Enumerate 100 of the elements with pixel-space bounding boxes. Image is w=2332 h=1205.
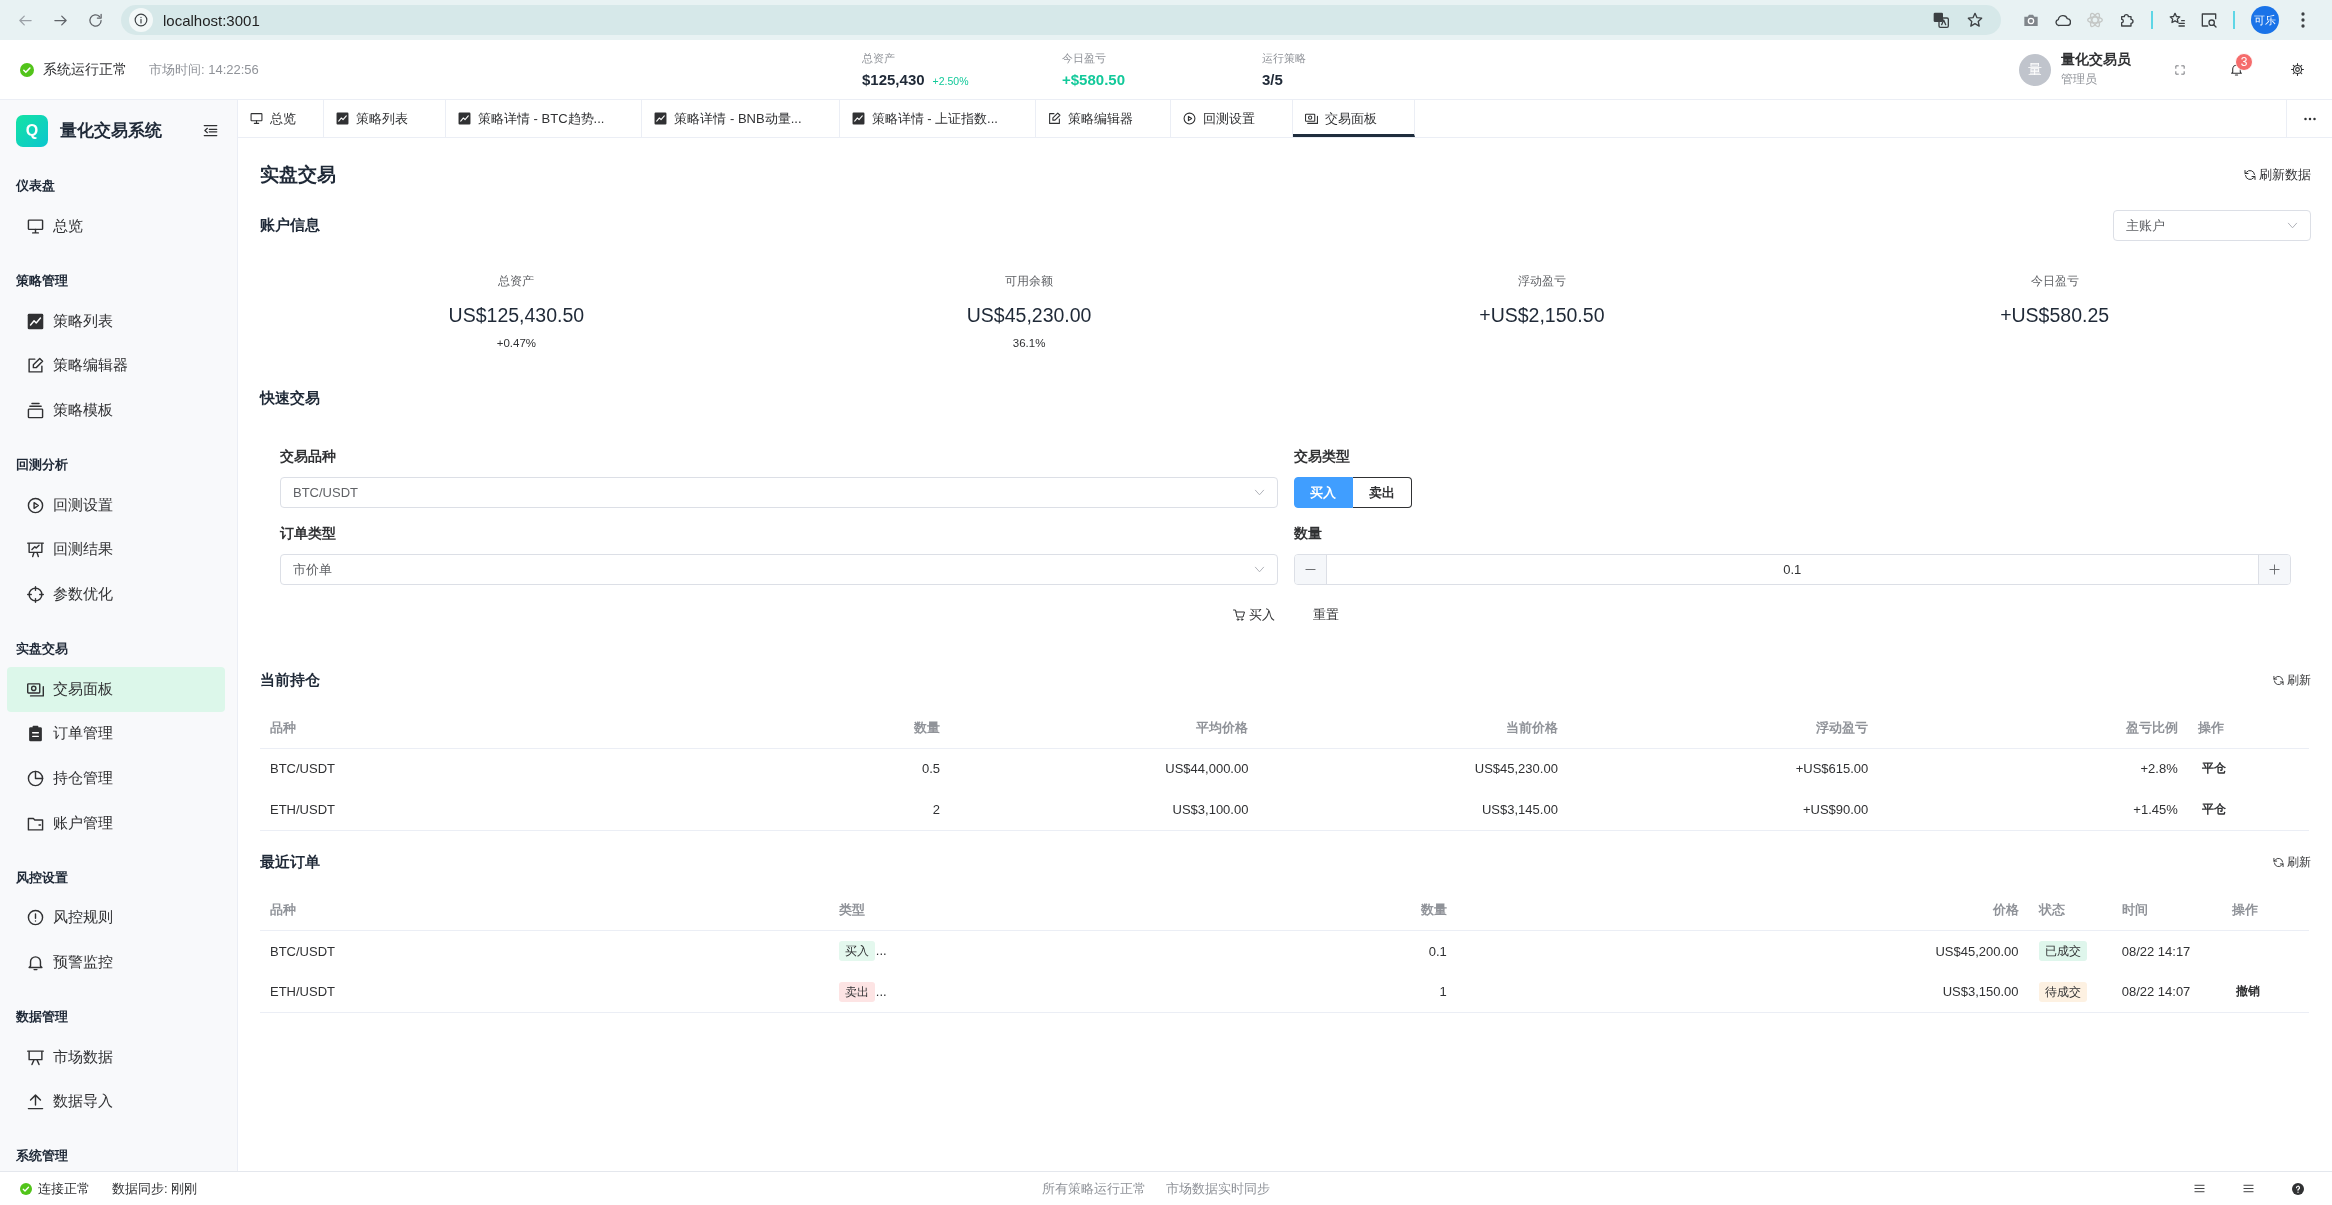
stat-label: 总资产 xyxy=(498,273,535,290)
stat-label: 总资产 xyxy=(862,51,896,66)
table-cell: 1 xyxy=(1439,984,1447,1000)
presentation-board-icon xyxy=(27,1048,44,1066)
trade-side-option[interactable]: 卖出 xyxy=(1352,477,1412,508)
table-cell: US$45,230.00 xyxy=(1474,761,1558,777)
submit-button[interactable]: 买入 xyxy=(1232,601,1275,629)
warning-circle-icon xyxy=(27,909,44,927)
sidebar-item[interactable]: 市场数据 xyxy=(7,1034,225,1080)
check-circle-icon xyxy=(20,1182,32,1195)
connection-status: 连接正常 xyxy=(38,1179,90,1198)
address-bar[interactable]: localhost:3001 xyxy=(121,5,2001,35)
field-label: 交易品种 xyxy=(280,448,336,466)
collapse-menu-icon[interactable] xyxy=(202,123,219,138)
list-icon[interactable] xyxy=(2194,1183,2205,1194)
table-cell: BTC/USDT xyxy=(270,943,335,959)
row-action-button[interactable]: 平仓 xyxy=(2197,798,2230,820)
table-cell: ETH/USDT xyxy=(270,984,335,1000)
row-action-button[interactable]: 撤销 xyxy=(2231,981,2264,1003)
status-tag: 待成交 xyxy=(2038,981,2087,1002)
sidebar-item[interactable]: 风控规则 xyxy=(7,895,225,941)
section-heading: 账户信息 xyxy=(260,216,320,235)
column-header: 时间 xyxy=(2121,902,2148,918)
refresh-button[interactable]: 刷新 xyxy=(2273,854,2311,871)
cloud-icon[interactable] xyxy=(2055,12,2071,28)
sidebar-item[interactable]: 持仓管理 xyxy=(7,756,225,801)
field-label: 数量 xyxy=(1293,525,1322,543)
tab[interactable]: 交易面板 xyxy=(1292,100,1415,137)
column-header: 浮动盈亏 xyxy=(1816,719,1869,735)
account-select[interactable]: 主账户 xyxy=(2113,210,2311,241)
tab-search-icon[interactable] xyxy=(2201,12,2217,28)
user-role: 管理员 xyxy=(2061,71,2098,88)
order-type-select[interactable]: 市价单 xyxy=(280,554,1278,585)
quantity-field[interactable]: 0.1 xyxy=(1326,555,2258,584)
tab[interactable]: 总览 xyxy=(238,100,324,137)
sidebar-item[interactable]: 回测结果 xyxy=(7,527,225,573)
section-heading: 快速交易 xyxy=(260,388,321,408)
stat-label: 今日盈亏 xyxy=(1062,51,1107,66)
line-chart-icon xyxy=(458,112,471,125)
truncation-mark: ... xyxy=(875,943,887,959)
table-cell: +US$615.00 xyxy=(1795,761,1869,777)
table-cell: 08/22 14:07 xyxy=(2121,984,2191,1000)
sidebar-item[interactable]: 订单管理 xyxy=(7,711,225,757)
sidebar-item[interactable]: 参数优化 xyxy=(7,572,225,617)
sidebar-item[interactable]: 预警监控 xyxy=(7,940,225,985)
sidebar-item[interactable]: 数据导入 xyxy=(7,1079,225,1125)
tab[interactable]: 策略编辑器 xyxy=(1035,100,1171,137)
column-header: 操作 xyxy=(2197,719,2224,735)
refresh-icon xyxy=(2244,169,2256,181)
stat-label: 今日盈亏 xyxy=(2030,273,2079,290)
list-icon[interactable] xyxy=(2243,1183,2254,1194)
help-icon[interactable] xyxy=(2292,1182,2304,1195)
sidebar-item[interactable]: 策略编辑器 xyxy=(7,343,225,389)
user-name: 量化交易员 xyxy=(2061,51,2131,69)
sidebar-item[interactable]: 策略列表 xyxy=(7,298,225,344)
sidebar-item[interactable]: 回测设置 xyxy=(7,482,225,528)
notification-bell-icon[interactable] xyxy=(2230,63,2243,76)
tab[interactable]: 策略详情 - BTC趋势... xyxy=(446,100,643,137)
reload-icon[interactable] xyxy=(88,12,103,28)
sidebar-section-heading: 数据管理 xyxy=(15,1007,69,1026)
tab[interactable]: 策略详情 - BNB动量... xyxy=(642,100,840,137)
symbol-select[interactable]: BTC/USDT xyxy=(280,477,1278,508)
tab[interactable]: 策略详情 - 上证指数... xyxy=(839,100,1036,137)
sidebar-item[interactable]: 交易面板 xyxy=(7,666,225,712)
sidebar-item[interactable]: 账户管理 xyxy=(7,800,225,846)
system-status: 系统运行正常 xyxy=(43,60,127,79)
section-heading: 最近订单 xyxy=(260,853,320,872)
sidebar-item[interactable]: 总览 xyxy=(7,204,225,249)
refresh-button[interactable]: 刷新数据 xyxy=(2244,166,2311,184)
row-action-button[interactable]: 平仓 xyxy=(2197,758,2230,780)
refresh-button[interactable]: 刷新 xyxy=(2273,671,2311,689)
tab[interactable]: 回测设置 xyxy=(1170,100,1293,137)
reset-button[interactable]: 重置 xyxy=(1312,601,1339,629)
table-cell: +2.8% xyxy=(2140,761,2178,777)
column-header: 品种 xyxy=(270,902,296,918)
column-header: 当前价格 xyxy=(1505,719,1558,735)
stat-value: $125,430 xyxy=(862,71,925,88)
edit-icon xyxy=(27,357,44,375)
notification-badge: 3 xyxy=(2235,53,2253,71)
tab[interactable]: 策略列表 xyxy=(324,100,446,137)
puzzle-icon[interactable] xyxy=(2119,12,2135,28)
chevron-down-icon xyxy=(1253,564,1265,575)
star-icon[interactable] xyxy=(1967,12,1983,28)
column-header: 操作 xyxy=(2231,902,2258,918)
table-cell: US$3,100.00 xyxy=(1172,801,1249,817)
forward-arrow-icon[interactable] xyxy=(53,12,68,28)
sidebar-section-heading: 仪表盘 xyxy=(14,177,56,195)
translate-icon[interactable] xyxy=(1933,12,1949,28)
edit-icon xyxy=(1047,112,1061,125)
line-chart-icon xyxy=(654,112,668,125)
play-circle-icon xyxy=(1182,112,1196,125)
camera-icon[interactable] xyxy=(2023,12,2039,28)
app-title: 量化交易系统 xyxy=(60,120,162,142)
star-list-icon[interactable] xyxy=(2169,12,2185,28)
sidebar-item[interactable]: 策略模板 xyxy=(7,388,225,433)
settings-icon[interactable] xyxy=(2291,63,2304,76)
profile-avatar[interactable]: 可乐 xyxy=(2251,6,2279,34)
section-heading: 当前持仓 xyxy=(260,670,320,690)
stat-change: +0.47% xyxy=(496,336,537,351)
stat-value: US$45,230.00 xyxy=(966,303,1092,328)
